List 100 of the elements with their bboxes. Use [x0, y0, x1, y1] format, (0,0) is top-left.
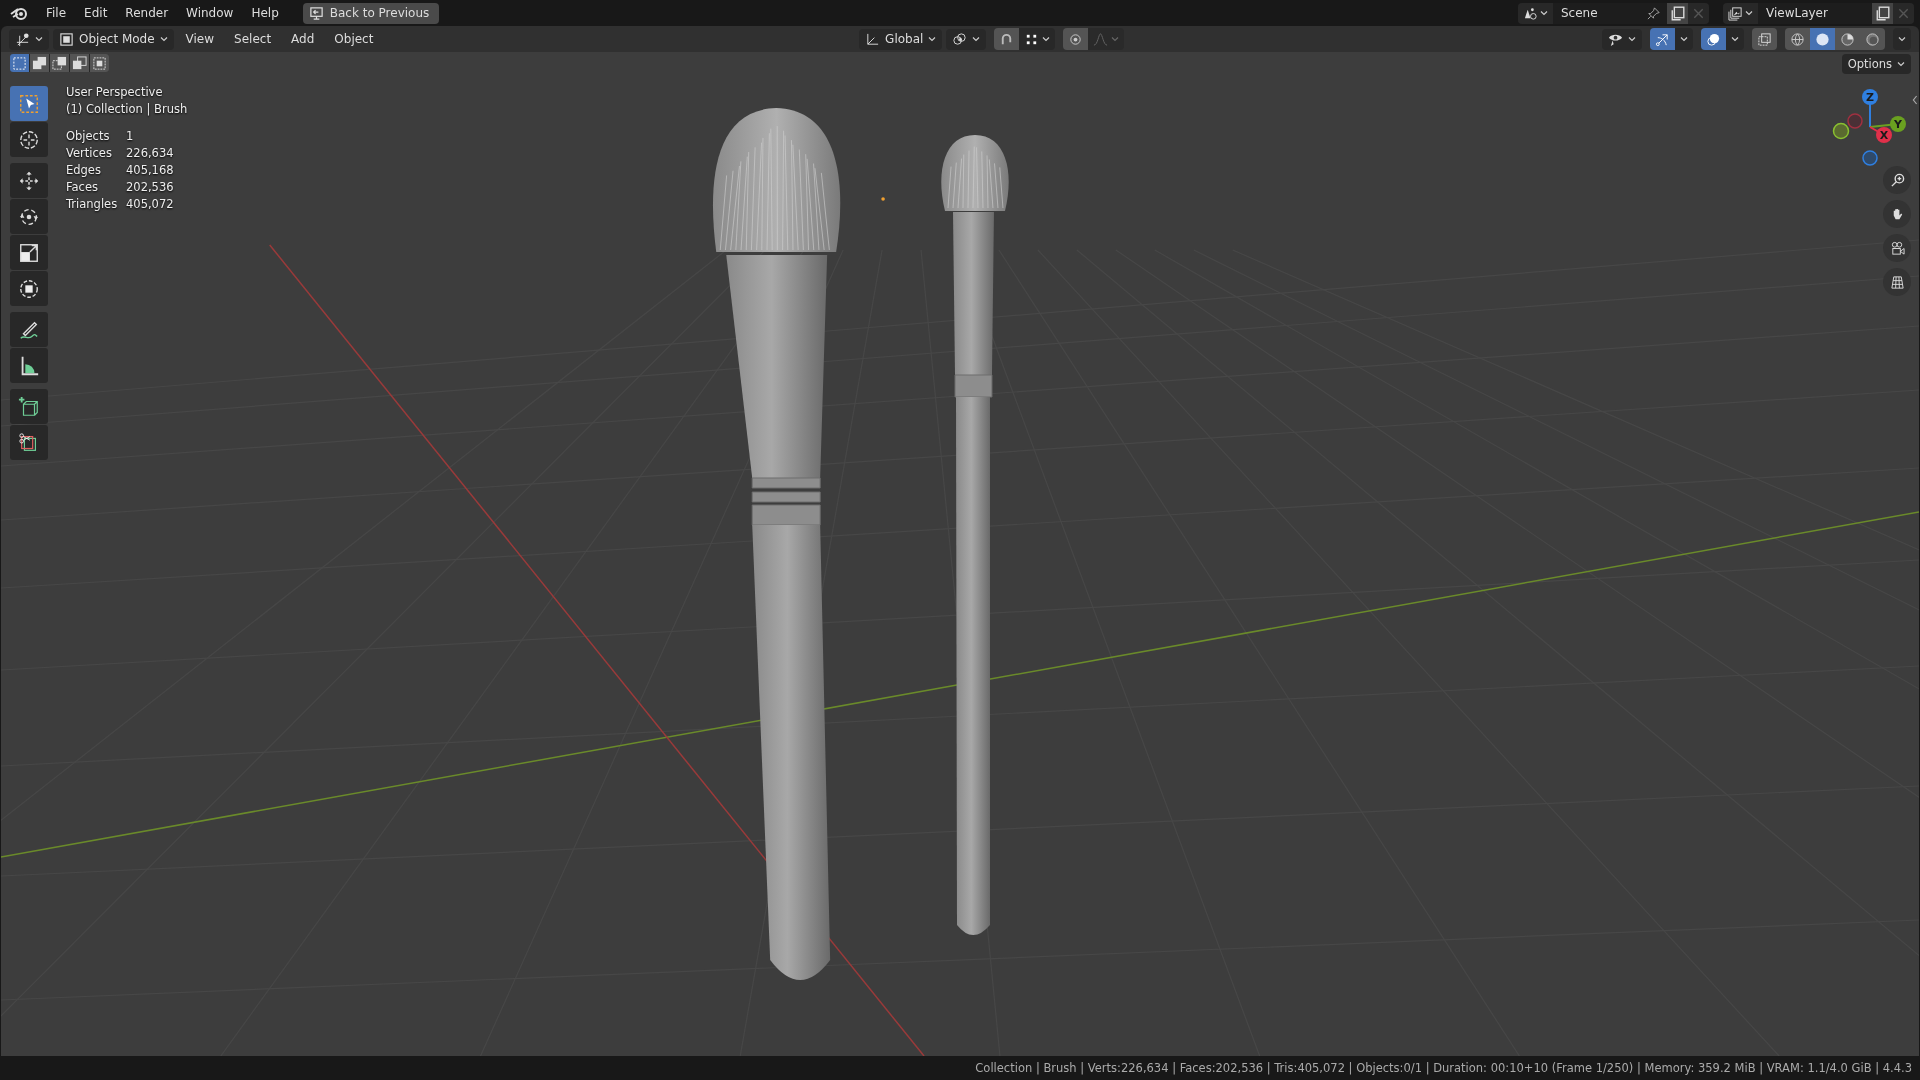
stat-value: 1 [126, 129, 135, 143]
mode-dropdown[interactable]: Object Mode [53, 28, 174, 50]
stat-label: Triangles [66, 197, 119, 211]
caret-icon [1680, 35, 1688, 43]
back-to-previous-button[interactable]: Back to Previous [302, 2, 440, 24]
axis-gizmo[interactable]: Z Y X [1832, 89, 1906, 166]
copy-icon[interactable] [1872, 2, 1893, 24]
caret-icon [928, 35, 937, 43]
pivot-icon [952, 31, 968, 47]
editor-type-button[interactable] [9, 28, 49, 50]
gizmo-dropdown[interactable] [1675, 28, 1693, 50]
tool-button[interactable] [10, 348, 48, 383]
menu-item[interactable]: Add [283, 29, 323, 49]
shading-mode-button[interactable] [1785, 28, 1810, 50]
caret-icon [1042, 35, 1051, 43]
tool-button[interactable] [10, 163, 48, 198]
caret-icon [1898, 35, 1906, 43]
stat-value: 226,634 [126, 146, 175, 160]
circle-dot-icon [1068, 31, 1084, 47]
selection-mode-button[interactable] [50, 54, 69, 72]
stat-value: 405,072 [126, 197, 175, 211]
scale-icon [18, 241, 40, 264]
tool-button[interactable] [10, 235, 48, 270]
crosshair-icon [18, 128, 40, 151]
orientation-dropdown[interactable]: Global [859, 28, 943, 50]
add-cube-icon [18, 395, 40, 418]
tool-button[interactable] [10, 312, 48, 347]
shading-dropdown[interactable] [1893, 28, 1911, 50]
status-text: Collection | Brush | Verts:226,634 | Faces:202,536 | Tris:405,072 | Objects:0/1 | Duration: 00:10+10 (Frame 1/250) | Memory: 359.2 MiB | VRAM: 1.1/4.0 GiB | 4.4.3 [975, 1061, 1912, 1075]
camera-icon [1889, 240, 1905, 256]
menu-item[interactable]: Render [117, 3, 177, 23]
caret-icon [1540, 9, 1548, 17]
squares-icon [72, 55, 87, 71]
menu-item[interactable]: Help [243, 3, 287, 23]
scene-icon [1523, 5, 1538, 21]
snap-target-dropdown[interactable] [1019, 28, 1056, 50]
overlays-dropdown[interactable] [1726, 28, 1744, 50]
squares-icon [12, 55, 27, 71]
pivot-dropdown[interactable] [946, 28, 987, 50]
stat-label: Vertices [66, 146, 113, 160]
pin-icon[interactable] [1646, 5, 1661, 21]
gizmo-arrow-icon [1655, 31, 1670, 47]
view-layer-browse-button[interactable] [1723, 2, 1758, 24]
copy-icon[interactable] [1667, 2, 1688, 24]
wire-sphere-icon [1790, 31, 1805, 47]
axes-icon [15, 31, 30, 47]
squares-icon [52, 55, 67, 71]
selection-mode-button[interactable] [70, 54, 89, 72]
stat-label: Objects [66, 129, 111, 143]
tool-button[interactable] [10, 425, 48, 460]
falloff-curve-icon [1093, 31, 1109, 47]
overlapping-circles-icon [1706, 31, 1721, 47]
caret-icon [1111, 35, 1120, 43]
caret-icon [35, 35, 43, 43]
snap-toggle[interactable] [994, 28, 1020, 50]
axes-icon [865, 31, 881, 47]
tool-button[interactable] [10, 389, 48, 424]
solid-sphere-icon [1815, 31, 1830, 47]
view-name: User Perspective [66, 85, 164, 99]
tool-button[interactable] [10, 199, 48, 234]
selection-mode-button[interactable] [30, 54, 49, 72]
selection-mode-button[interactable] [90, 54, 109, 72]
overlays-toggle[interactable] [1701, 28, 1726, 50]
select-box-icon [18, 92, 40, 115]
options-dropdown[interactable]: Options [1841, 54, 1911, 74]
stat-label: Faces [66, 180, 99, 194]
tool-button[interactable] [10, 271, 48, 306]
monitor-icon [308, 5, 324, 21]
menu-item[interactable]: Window [178, 3, 242, 23]
transform-icon [18, 277, 40, 300]
visibility-dropdown[interactable] [1602, 28, 1642, 50]
proportional-edit-toggle[interactable] [1063, 28, 1089, 50]
squares-icon [32, 55, 47, 71]
menu-item[interactable]: Object [326, 29, 382, 49]
cube-icon [59, 31, 74, 47]
image-stack-icon [1728, 5, 1743, 21]
tool-button[interactable] [10, 122, 48, 157]
caret-icon [159, 35, 168, 43]
stat-label: Edges [66, 163, 102, 177]
squares-icon [92, 55, 107, 71]
stat-value: 202,536 [126, 180, 175, 194]
shading-mode-button[interactable] [1835, 28, 1860, 50]
menu-item[interactable]: File [38, 3, 75, 23]
x-ray-toggle[interactable] [1752, 28, 1777, 50]
gizmo-toggle[interactable] [1650, 28, 1675, 50]
half-sphere-icon [1840, 31, 1855, 47]
scene-browse-button[interactable] [1518, 2, 1553, 24]
caret-icon [1731, 35, 1739, 43]
shading-mode-button[interactable] [1810, 28, 1835, 50]
menu-item[interactable]: Select [226, 29, 280, 49]
magnifier-plus-icon [1889, 172, 1905, 188]
stat-value: 405,168 [126, 163, 175, 177]
selection-mode-button[interactable] [10, 54, 29, 72]
blender-logo-icon[interactable] [10, 5, 30, 21]
grid-icon [1889, 274, 1905, 290]
menu-item[interactable]: View [177, 29, 223, 49]
menu-item[interactable]: Edit [76, 3, 116, 23]
x-ray-icon [1757, 31, 1772, 47]
caret-icon [1628, 35, 1636, 43]
collection-label: (1) Collection | Brush [66, 102, 188, 116]
